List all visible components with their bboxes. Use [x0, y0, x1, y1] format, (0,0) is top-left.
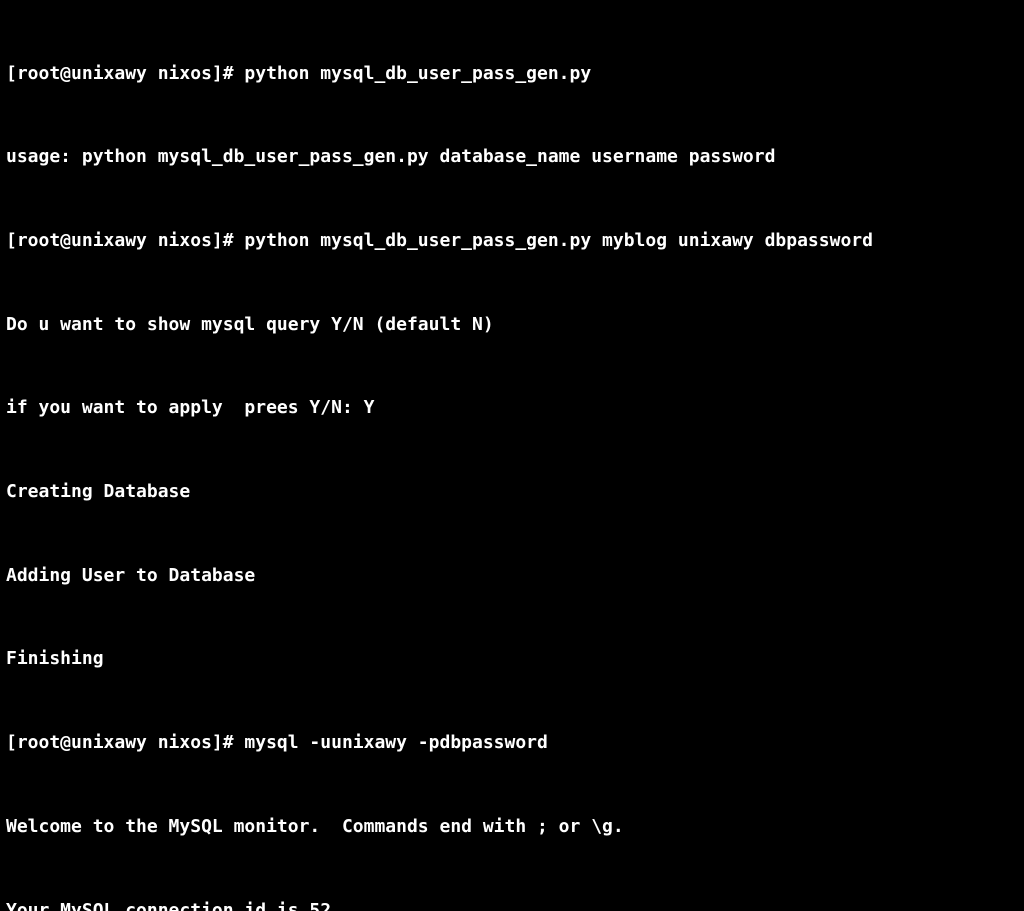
- terminal-line: usage: python mysql_db_user_pass_gen.py …: [6, 143, 1018, 171]
- terminal-line: [root@unixawy nixos]# python mysql_db_us…: [6, 60, 1018, 88]
- terminal-line: Welcome to the MySQL monitor. Commands e…: [6, 813, 1018, 841]
- terminal-window[interactable]: [root@unixawy nixos]# python mysql_db_us…: [0, 0, 1024, 911]
- terminal-line: Finishing: [6, 645, 1018, 673]
- terminal-line: Creating Database: [6, 478, 1018, 506]
- terminal-line: Your MySQL connection id is 52: [6, 897, 1018, 911]
- terminal-line: Do u want to show mysql query Y/N (defau…: [6, 311, 1018, 339]
- terminal-line: if you want to apply prees Y/N: Y: [6, 394, 1018, 422]
- terminal-line: [root@unixawy nixos]# mysql -uunixawy -p…: [6, 729, 1018, 757]
- terminal-line: [root@unixawy nixos]# python mysql_db_us…: [6, 227, 1018, 255]
- terminal-line: Adding User to Database: [6, 562, 1018, 590]
